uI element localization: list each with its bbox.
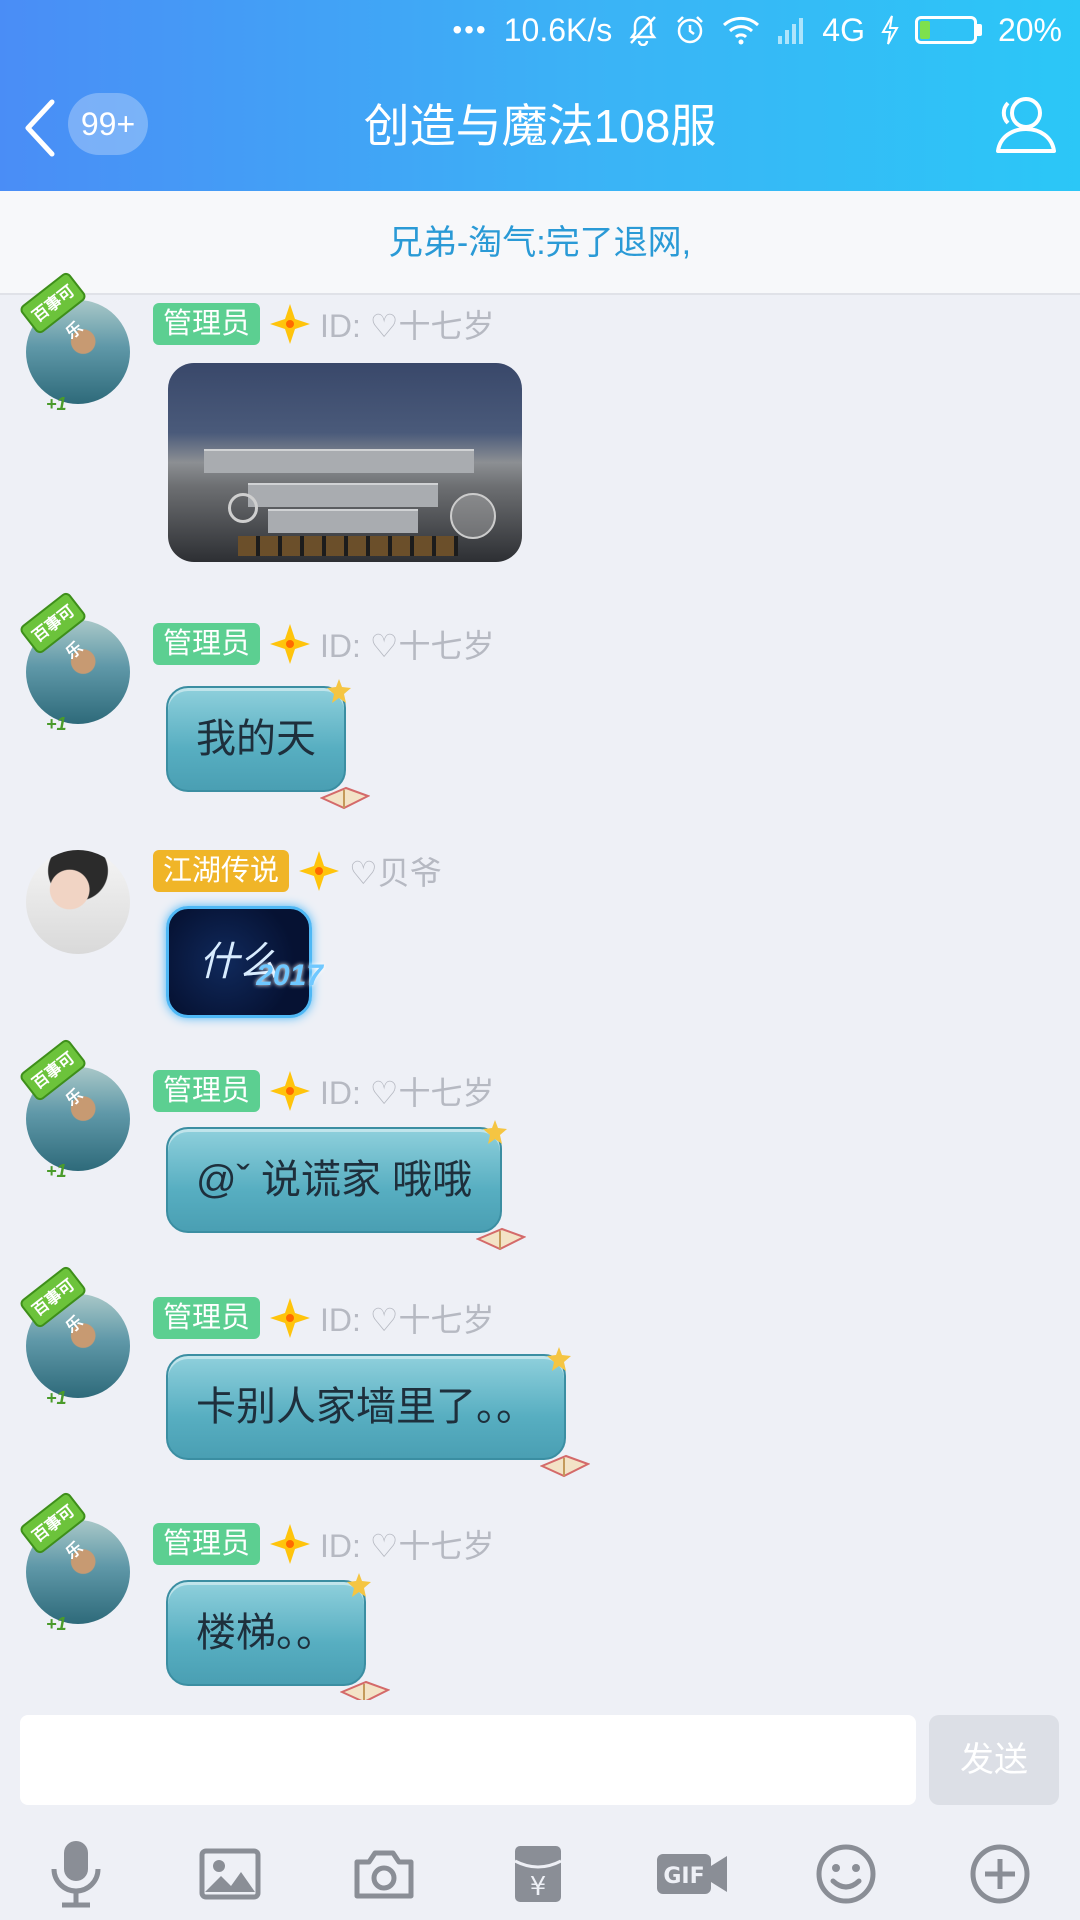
composer-toolbar: ¥ GIF bbox=[0, 1828, 1080, 1920]
avatar[interactable] bbox=[26, 850, 130, 954]
image-message[interactable] bbox=[168, 363, 522, 562]
bubble-year-label: 2017 bbox=[256, 959, 323, 992]
avatar-plus: +1 bbox=[46, 1614, 67, 1634]
sender-name[interactable]: ID: ♡十七岁 bbox=[320, 1295, 494, 1341]
message-bubble[interactable]: 楼梯。。 bbox=[166, 1573, 390, 1704]
unread-count-badge[interactable]: 99+ bbox=[68, 93, 148, 155]
wifi-icon bbox=[723, 16, 760, 45]
status-bar: ••• 10.6K/s 4G 20% bbox=[452, 8, 1062, 52]
sparkle-star-icon bbox=[270, 304, 311, 344]
camera-icon[interactable] bbox=[338, 1828, 430, 1920]
role-badge: 管理员 bbox=[153, 1297, 261, 1339]
microphone-icon[interactable] bbox=[30, 1828, 122, 1920]
composer: 发送 ¥ GIF bbox=[0, 1700, 1080, 1920]
sender-name[interactable]: ID: ♡十七岁 bbox=[320, 301, 494, 347]
group-profile-icon[interactable] bbox=[988, 93, 1058, 157]
avatar[interactable]: 百事可乐 +1 bbox=[18, 1264, 130, 1408]
plus-circle-icon[interactable] bbox=[954, 1828, 1046, 1920]
page-title: 创造与魔法108服 bbox=[363, 100, 717, 152]
bell-mute-icon bbox=[629, 15, 657, 46]
image-icon[interactable] bbox=[184, 1828, 276, 1920]
message-text: 我的天 bbox=[196, 717, 316, 761]
avatar-pendant: 百事可乐 bbox=[18, 1490, 88, 1563]
role-badge: 管理员 bbox=[153, 623, 261, 665]
avatar-plus: +1 bbox=[46, 714, 67, 734]
message-input[interactable] bbox=[20, 1715, 916, 1805]
avatar[interactable]: 百事可乐 +1 bbox=[18, 590, 130, 734]
red-packet-icon[interactable]: ¥ bbox=[492, 1828, 584, 1920]
message-bubble[interactable]: 我的天 bbox=[166, 679, 370, 810]
more-dots: ••• bbox=[452, 14, 488, 45]
role-badge: 管理员 bbox=[153, 1523, 261, 1565]
sparkle-star-icon bbox=[270, 1071, 311, 1111]
title-bar: ••• 10.6K/s 4G 20% 99+ 创造与魔法108服 bbox=[0, 0, 1080, 191]
avatar[interactable]: 百事可乐 +1 bbox=[18, 270, 130, 414]
sender-name[interactable]: ID: ♡十七岁 bbox=[320, 621, 494, 667]
sender-name[interactable]: ID: ♡十七岁 bbox=[320, 1068, 494, 1114]
role-badge: 管理员 bbox=[153, 303, 261, 345]
avatar-plus: +1 bbox=[46, 1161, 67, 1181]
gif-icon[interactable]: GIF bbox=[646, 1828, 738, 1920]
avatar-plus: +1 bbox=[46, 1388, 67, 1408]
message-text: 卡别人家墙里了。。 bbox=[196, 1385, 536, 1429]
signal-icon bbox=[778, 18, 804, 44]
battery-icon bbox=[914, 16, 982, 44]
emoji-icon[interactable] bbox=[800, 1828, 892, 1920]
avatar-pendant: 百事可乐 bbox=[18, 1264, 88, 1337]
message-text: 楼梯。。 bbox=[196, 1611, 336, 1655]
message-bubble[interactable]: @ˇ 说谎家 哦哦 bbox=[166, 1120, 527, 1251]
sparkle-star-icon bbox=[270, 1524, 311, 1564]
avatar-pendant: 百事可乐 bbox=[18, 590, 88, 663]
gif-label: GIF bbox=[663, 1864, 704, 1889]
message-bubble[interactable]: 什么 2017 bbox=[166, 906, 323, 1018]
avatar[interactable]: 百事可乐 +1 bbox=[18, 1490, 130, 1634]
pinned-notice[interactable]: 兄弟-淘气:完了退网, bbox=[0, 191, 1080, 295]
battery-percent: 20% bbox=[997, 11, 1062, 48]
network-type: 4G bbox=[822, 11, 865, 48]
avatar[interactable]: 百事可乐 +1 bbox=[18, 1037, 130, 1181]
sparkle-star-icon bbox=[270, 1298, 311, 1338]
back-chevron-icon[interactable] bbox=[22, 98, 58, 158]
message-bubble[interactable]: 卡别人家墙里了。。 bbox=[166, 1347, 590, 1478]
send-button[interactable]: 发送 bbox=[929, 1715, 1059, 1805]
sender-name[interactable]: ♡贝爷 bbox=[349, 848, 442, 894]
net-speed: 10.6K/s bbox=[503, 11, 613, 48]
message-text: @ˇ 说谎家 哦哦 bbox=[196, 1158, 473, 1202]
role-badge: 江湖传说 bbox=[153, 850, 290, 892]
sparkle-star-icon bbox=[270, 624, 311, 664]
charging-icon bbox=[881, 15, 899, 45]
alarm-icon bbox=[677, 16, 704, 44]
packet-symbol: ¥ bbox=[530, 1872, 547, 1902]
sparkle-star-icon bbox=[299, 851, 340, 891]
sender-name[interactable]: ID: ♡十七岁 bbox=[320, 1521, 494, 1567]
avatar-pendant: 百事可乐 bbox=[18, 1037, 88, 1110]
avatar-plus: +1 bbox=[46, 394, 67, 414]
role-badge: 管理员 bbox=[153, 1070, 261, 1112]
